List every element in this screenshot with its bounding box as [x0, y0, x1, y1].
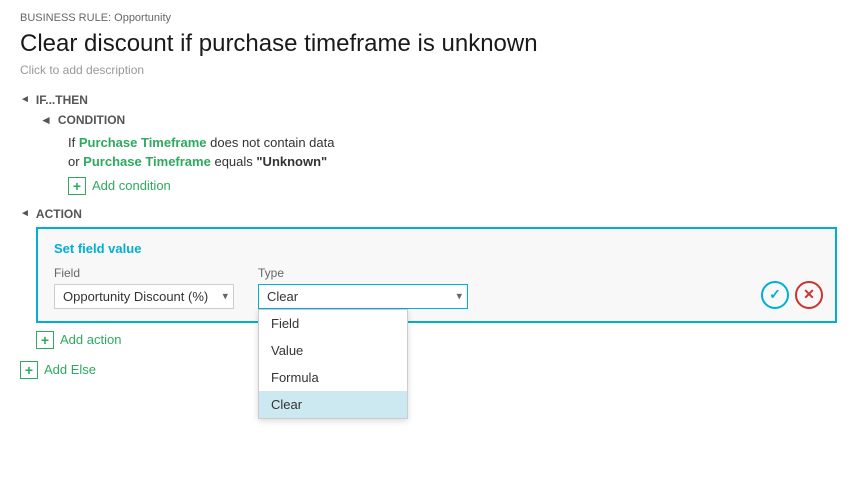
- add-action-row[interactable]: + Add action: [36, 331, 837, 349]
- condition-row-2: or Purchase Timeframe equals "Unknown": [68, 154, 837, 169]
- dropdown-option-formula[interactable]: Formula: [259, 364, 407, 391]
- condition-field-1: Purchase Timeframe: [79, 135, 207, 150]
- page-title: Clear discount if purchase timeframe is …: [20, 30, 837, 59]
- field-select-wrapper: Opportunity Discount (%): [54, 284, 234, 309]
- action-card: Set field value Field Opportunity Discou…: [36, 227, 837, 323]
- condition-rows: If Purchase Timeframe does not contain d…: [56, 135, 837, 195]
- if-then-label: IF...THEN: [36, 93, 88, 107]
- if-then-section: ◄ IF...THEN ◄ CONDITION If Purchase Time…: [20, 93, 837, 195]
- add-action-button[interactable]: +: [36, 331, 54, 349]
- condition-text-2: equals: [214, 154, 256, 169]
- condition-header[interactable]: ◄ CONDITION: [40, 113, 837, 127]
- condition-row-1: If Purchase Timeframe does not contain d…: [68, 135, 837, 150]
- cancel-button[interactable]: ✕: [795, 281, 823, 309]
- action-chevron: ◄: [20, 208, 30, 219]
- add-else-button[interactable]: +: [20, 361, 38, 379]
- page-description[interactable]: Click to add description: [20, 63, 837, 77]
- action-card-buttons: ✓ ✕: [761, 281, 823, 309]
- condition-value-2: "Unknown": [256, 154, 327, 169]
- condition-chevron: ◄: [40, 113, 52, 127]
- field-row: Field Opportunity Discount (%) Type ▾: [54, 266, 819, 309]
- confirm-button[interactable]: ✓: [761, 281, 789, 309]
- type-dropdown-list: Field Value Formula Clear: [258, 309, 408, 419]
- page-container: BUSINESS RULE: Opportunity Clear discoun…: [0, 0, 857, 391]
- add-else-row[interactable]: + Add Else: [20, 361, 837, 379]
- if-then-content: ◄ CONDITION If Purchase Timeframe does n…: [40, 113, 837, 195]
- breadcrumb: BUSINESS RULE: Opportunity: [20, 12, 837, 24]
- dropdown-option-value[interactable]: Value: [259, 337, 407, 364]
- dropdown-option-clear[interactable]: Clear: [259, 391, 407, 418]
- condition-text-1: does not contain data: [210, 135, 334, 150]
- add-else-label: Add Else: [44, 362, 96, 377]
- type-label: Type: [258, 266, 468, 280]
- action-section: ◄ ACTION Set field value Field Opportuni…: [20, 207, 837, 349]
- if-then-chevron: ◄: [20, 94, 30, 105]
- if-then-header[interactable]: ◄ IF...THEN: [20, 93, 837, 107]
- condition-keyword-1: If: [68, 135, 79, 150]
- type-input-wrapper: ▾ Field Value Formula Clear: [258, 284, 468, 309]
- add-action-label: Add action: [60, 332, 121, 347]
- dropdown-option-field[interactable]: Field: [259, 310, 407, 337]
- action-card-title: Set field value: [54, 241, 819, 256]
- field-select[interactable]: Opportunity Discount (%): [54, 284, 234, 309]
- type-input[interactable]: [258, 284, 468, 309]
- field-label: Field: [54, 266, 234, 280]
- type-group: Type ▾ Field Value Formula Clear: [258, 266, 468, 309]
- action-label: ACTION: [36, 207, 82, 221]
- add-condition-label: Add condition: [92, 178, 171, 193]
- field-group: Field Opportunity Discount (%): [54, 266, 234, 309]
- condition-keyword-2: or: [68, 154, 83, 169]
- add-condition-button[interactable]: +: [68, 177, 86, 195]
- condition-field-2: Purchase Timeframe: [83, 154, 211, 169]
- add-condition-row[interactable]: + Add condition: [68, 177, 837, 195]
- condition-label: CONDITION: [58, 113, 125, 127]
- action-content: Set field value Field Opportunity Discou…: [36, 227, 837, 349]
- action-header[interactable]: ◄ ACTION: [20, 207, 837, 221]
